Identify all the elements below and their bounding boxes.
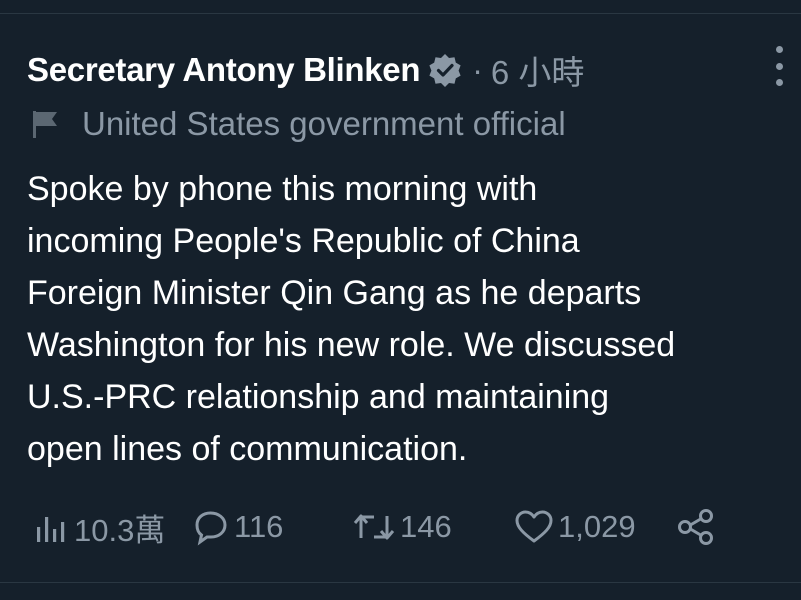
tweet-text-line: Spoke by phone this morning with	[27, 170, 538, 208]
views-count: 10.3萬	[74, 512, 166, 548]
like-button[interactable]: 1,029	[514, 505, 636, 549]
retweet-button[interactable]: 146	[352, 505, 452, 549]
tweet-text: Spoke by phone this morning with incomin…	[27, 163, 797, 475]
like-count: 1,029	[558, 509, 636, 544]
separator-dot: ·	[472, 51, 483, 88]
views-button[interactable]: 10.3萬	[34, 505, 165, 549]
flag-icon	[33, 111, 57, 138]
retweet-icon	[353, 514, 395, 540]
reply-count: 116	[234, 509, 284, 544]
bottom-divider	[0, 582, 801, 583]
tweet-text-line: Foreign Minister Qin Gang as he departs	[27, 274, 642, 312]
tweet-header: Secretary Antony Blinken · 6 小時	[27, 48, 584, 92]
heart-icon	[515, 510, 553, 543]
account-label-text: United States government official	[82, 105, 566, 142]
account-label: United States government official	[30, 102, 566, 146]
more-vertical-icon[interactable]	[770, 46, 788, 86]
share-button[interactable]	[676, 505, 716, 549]
tweet-text-line: Washington for his new role. We discusse…	[27, 326, 676, 364]
reply-button[interactable]: 116	[192, 505, 283, 549]
tweet-text-line: U.S.-PRC relationship and maintaining	[27, 378, 610, 416]
bar-chart-icon	[37, 517, 65, 542]
share-icon	[678, 509, 713, 545]
speech-bubble-icon	[195, 511, 227, 546]
retweet-count: 146	[400, 509, 452, 544]
timestamp[interactable]: 6 小時	[491, 46, 585, 94]
tweet-actions: 10.3萬 116 146 1,029	[34, 505, 734, 549]
author-name[interactable]: Secretary Antony Blinken	[27, 51, 421, 89]
tweet-text-line: incoming People's Republic of China	[27, 222, 580, 260]
verified-badge-icon	[428, 53, 462, 87]
tweet-card[interactable]: Secretary Antony Blinken · 6 小時 United S…	[0, 0, 801, 600]
tweet-text-line: open lines of communication.	[27, 430, 468, 468]
